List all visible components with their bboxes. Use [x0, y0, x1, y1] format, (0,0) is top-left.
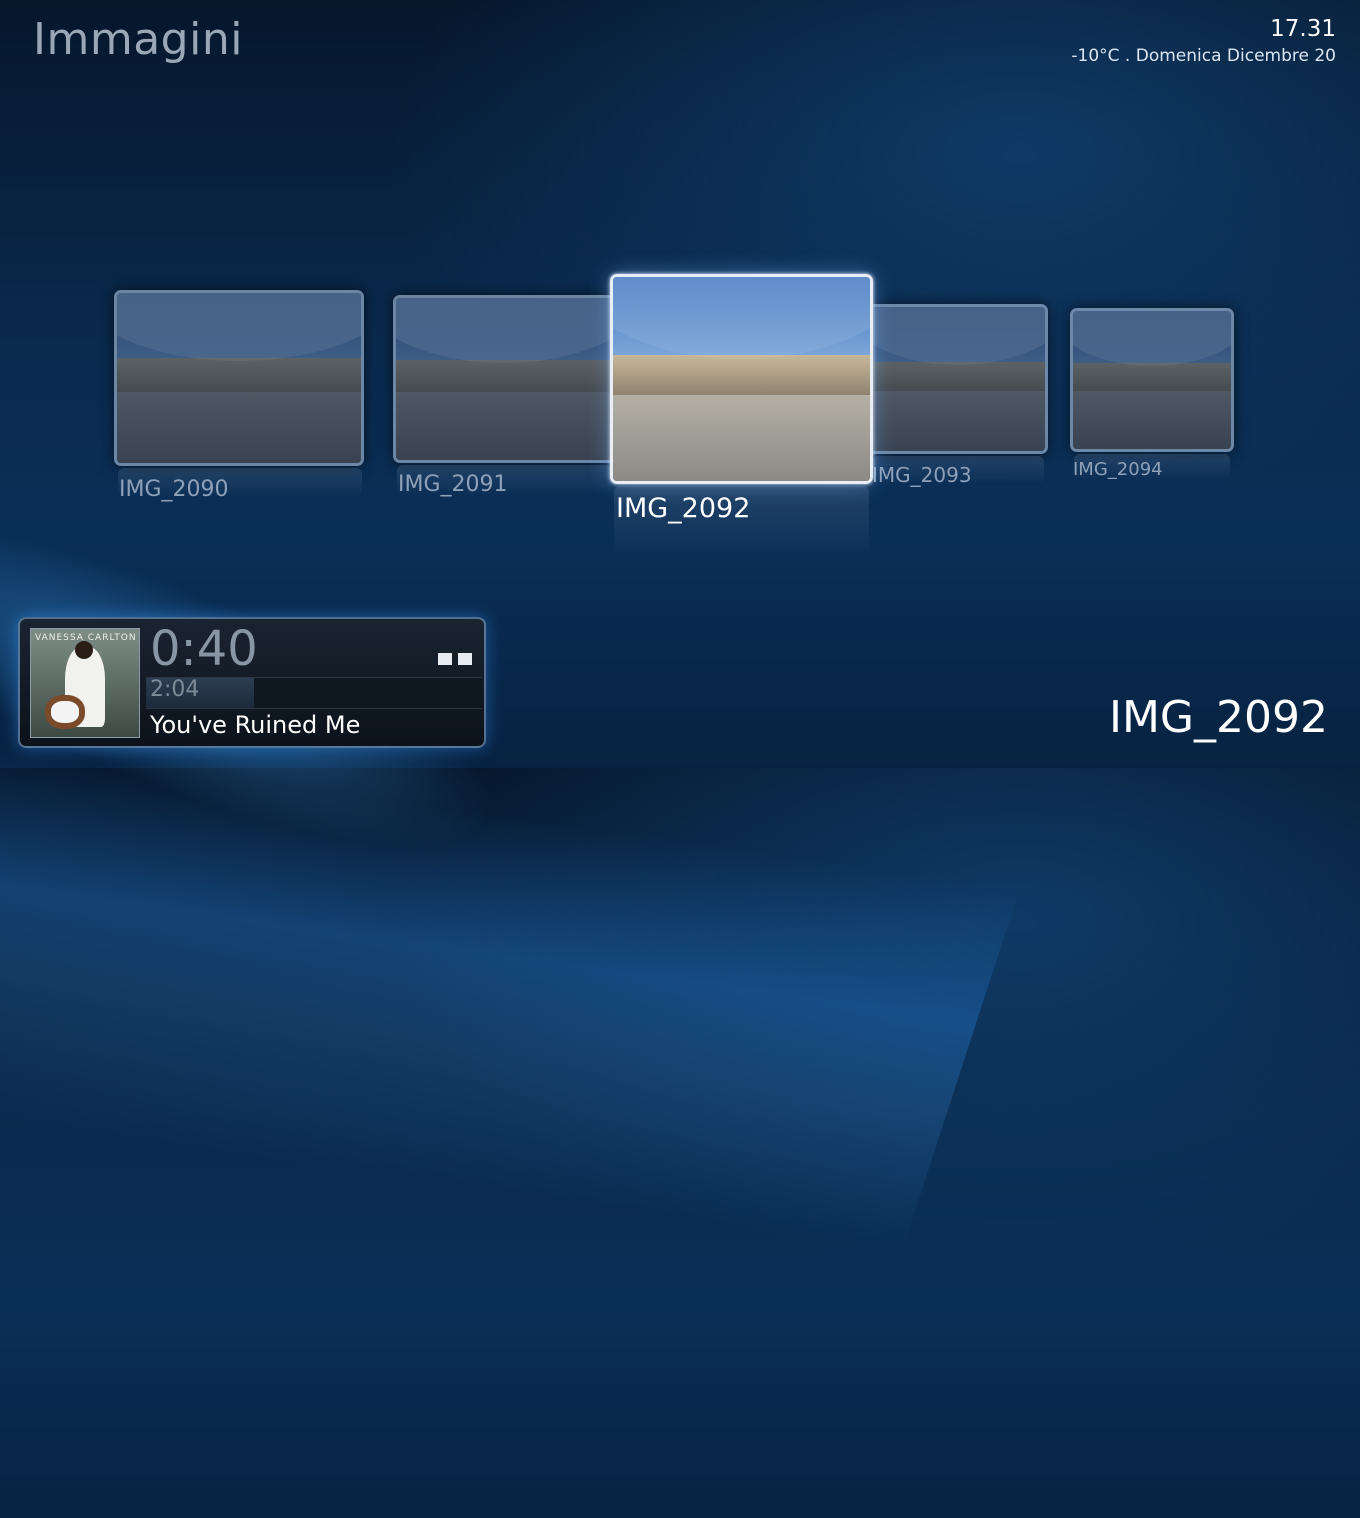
photo-thumbnail[interactable] [114, 290, 364, 466]
photo-thumbnail[interactable] [393, 295, 615, 463]
photo-thumbnail[interactable] [1070, 308, 1234, 452]
date-weather: -10°C . Domenica Dicembre 20 [1071, 46, 1336, 66]
elapsed-time: 0:40 [150, 621, 258, 677]
album-art: VANESSA CARLTON [30, 628, 140, 738]
track-duration: 2:04 [150, 677, 200, 702]
selected-item-name: IMG_2092 [1108, 692, 1328, 743]
photo-label[interactable]: IMG_2094 [1073, 459, 1163, 480]
page-title: Immagini [33, 14, 243, 65]
background-light-sweep [0, 420, 1032, 1518]
clock: 17.31 [1270, 16, 1336, 42]
photo-label[interactable]: IMG_2093 [872, 463, 972, 487]
track-title: You've Ruined Me [150, 711, 361, 739]
pause-icon[interactable] [458, 653, 472, 665]
photo-label[interactable]: IMG_2090 [119, 477, 229, 502]
photo-thumbnail-selected[interactable] [610, 274, 873, 484]
pause-icon[interactable] [438, 653, 452, 665]
photo-thumbnail[interactable] [868, 304, 1048, 454]
photo-label-selected[interactable]: IMG_2092 [616, 493, 750, 524]
now-playing-panel[interactable]: VANESSA CARLTON 0:40 2:04 You've Ruined … [18, 617, 486, 748]
photo-label[interactable]: IMG_2091 [398, 472, 508, 497]
